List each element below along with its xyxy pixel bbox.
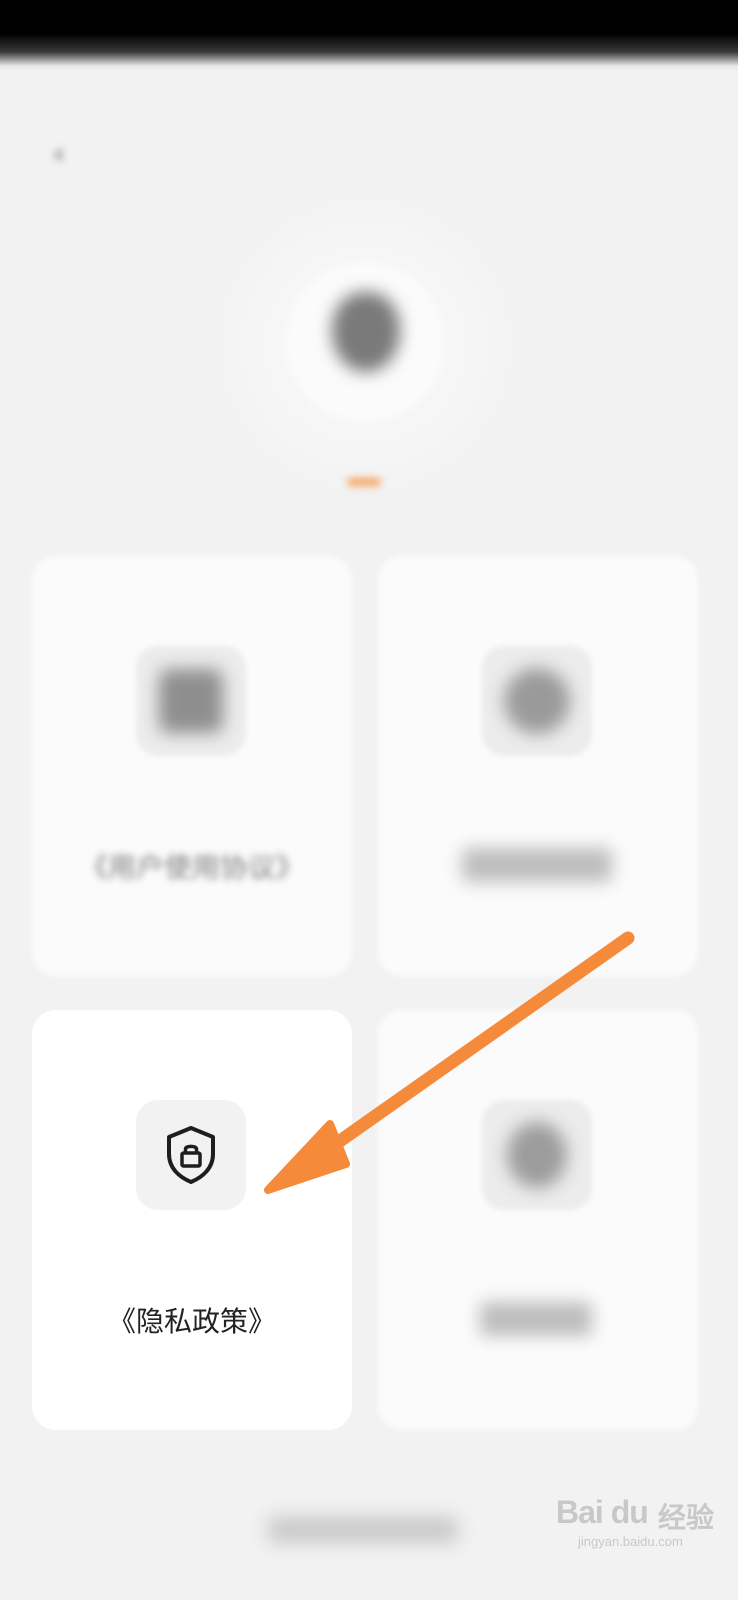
shield-lock-icon <box>167 1126 215 1184</box>
user-agreement-icon-box <box>136 646 246 756</box>
back-button[interactable]: ‹ <box>42 136 76 170</box>
info-card[interactable] <box>378 556 698 976</box>
fourth-card-label-redacted <box>480 1302 592 1336</box>
privacy-policy-label: 《隐私政策》 <box>107 1305 276 1338</box>
back-arrow-icon: ‹ <box>53 136 65 170</box>
watermark-url: jingyan.baidu.com <box>578 1534 683 1549</box>
username <box>300 436 430 472</box>
watermark-brand: Bai du <box>556 1494 649 1530</box>
user-avatar-icon <box>332 292 400 372</box>
info-card-label-redacted <box>462 848 612 882</box>
fourth-card[interactable] <box>378 1010 698 1430</box>
status-indicator <box>347 478 381 486</box>
privacy-policy-card[interactable]: 《隐私政策》 <box>32 1010 352 1430</box>
document-icon <box>159 669 223 733</box>
watermark-text: 经验 <box>658 1502 715 1533</box>
info-icon <box>504 668 570 734</box>
bottom-link[interactable] <box>268 1517 458 1543</box>
privacy-policy-icon-box <box>136 1100 246 1210</box>
fourth-card-icon-box <box>482 1100 592 1210</box>
user-agreement-card[interactable]: 《用户使用协议》 <box>32 556 352 976</box>
info-icon-box <box>482 646 592 756</box>
status-bar <box>0 0 738 70</box>
user-agreement-label: 《用户使用协议》 <box>79 851 304 884</box>
baidu-jingyan-watermark: Bai du 经验 jingyan.baidu.com <box>556 1490 726 1550</box>
circle-icon <box>507 1122 567 1188</box>
